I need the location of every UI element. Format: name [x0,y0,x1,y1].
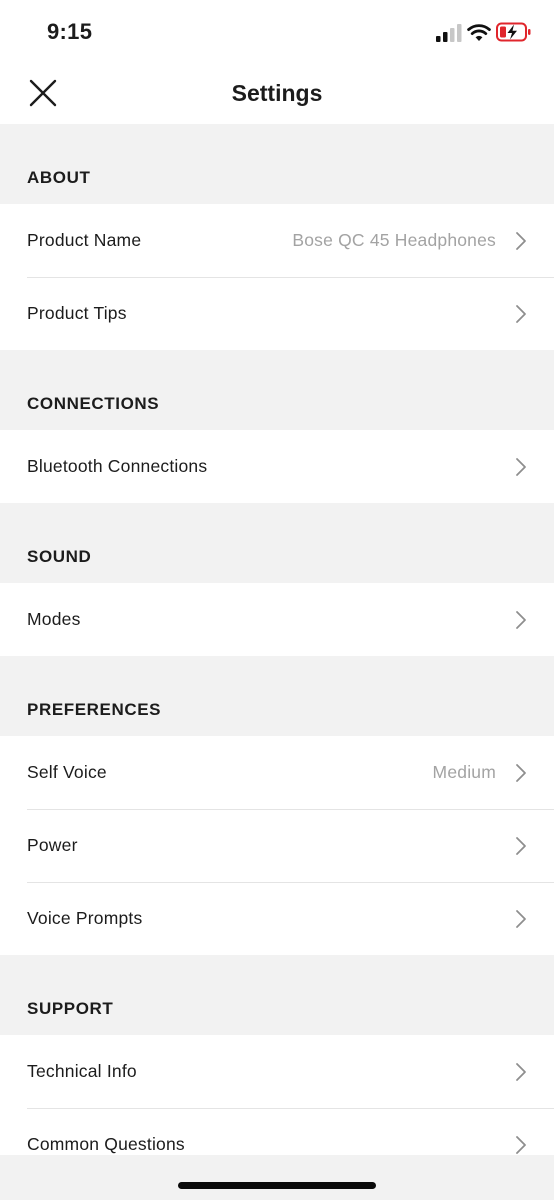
home-indicator[interactable] [178,1182,376,1189]
section-header-label: SUPPORT [27,999,114,1018]
battery-charging-icon [496,22,531,42]
settings-row-modes[interactable]: Modes [0,583,554,656]
row-label: Modes [27,609,81,629]
chevron-right-icon [516,910,526,928]
settings-row-self-voice[interactable]: Self Voice Medium [0,736,554,809]
settings-row-voice-prompts[interactable]: Voice Prompts [0,882,554,955]
row-label: Power [27,835,78,855]
section-header-connections: CONNECTIONS [0,350,554,430]
row-label: Voice Prompts [27,908,143,928]
section-header-about: ABOUT [0,124,554,204]
chevron-right-icon [516,305,526,323]
settings-row-technical-info[interactable]: Technical Info [0,1035,554,1108]
chevron-right-icon [516,458,526,476]
settings-row-power[interactable]: Power [0,809,554,882]
section-header-sound: SOUND [0,503,554,583]
section-header-label: PREFERENCES [27,700,162,719]
settings-list: ABOUT Product Name Bose QC 45 Headphones Pr… [0,124,554,1181]
row-label: Common Questions [27,1134,185,1154]
chevron-right-icon [516,1136,526,1154]
row-label: Product Name [27,230,142,250]
page-title: Settings [231,80,323,106]
status-bar: 9:15 [0,0,554,60]
settings-row-product-tips[interactable]: Product Tips [0,277,554,350]
row-label: Self Voice [27,762,107,782]
row-value: Bose QC 45 Headphones [292,230,496,250]
section-header-label: ABOUT [27,168,91,187]
settings-row-product-name[interactable]: Product Name Bose QC 45 Headphones [0,204,554,277]
settings-row-bluetooth-connections[interactable]: Bluetooth Connections [0,430,554,503]
status-time: 9:15 [47,19,93,44]
section-header-label: SOUND [27,547,92,566]
chevron-right-icon [516,764,526,782]
chevron-right-icon [516,611,526,629]
home-area [0,1155,554,1200]
wifi-icon [467,24,491,41]
section-header-label: CONNECTIONS [27,394,160,413]
chevron-right-icon [516,837,526,855]
chevron-right-icon [516,232,526,250]
row-label: Technical Info [27,1061,137,1081]
section-header-preferences: PREFERENCES [0,656,554,736]
section-header-support: SUPPORT [0,955,554,1035]
row-label: Product Tips [27,303,127,323]
chevron-right-icon [516,1063,526,1081]
nav-bar: Settings [0,60,554,124]
signal-icon [436,24,462,42]
row-label: Bluetooth Connections [27,456,208,476]
row-value: Medium [432,762,496,782]
